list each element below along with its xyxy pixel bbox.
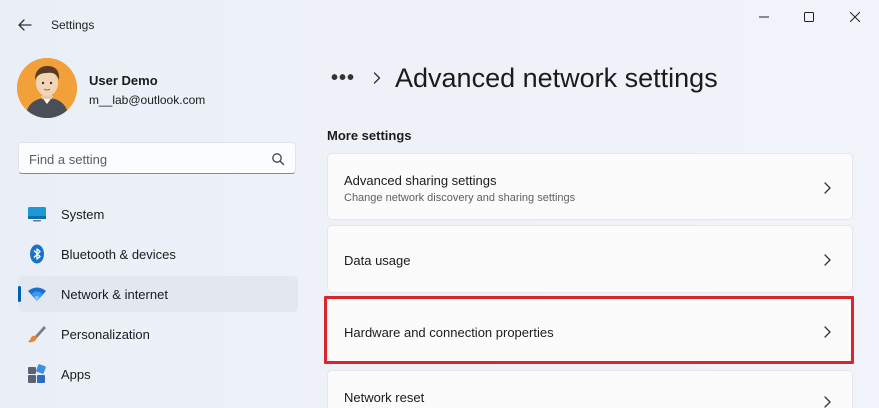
sidebar-item-apps[interactable]: Apps	[18, 356, 298, 392]
sidebar-item-label: Personalization	[61, 327, 150, 342]
page-title: Advanced network settings	[395, 62, 718, 93]
maximize-button[interactable]	[786, 0, 832, 34]
hardware-connection-properties-card[interactable]: Hardware and connection properties	[327, 298, 853, 362]
chevron-right-icon	[824, 182, 831, 194]
title-bar: Settings	[0, 0, 879, 50]
bluetooth-icon	[27, 244, 47, 264]
brush-icon	[27, 324, 47, 344]
avatar-icon	[17, 58, 77, 118]
card-title: Advanced sharing settings	[344, 173, 497, 188]
chevron-right-icon	[824, 326, 831, 338]
wifi-icon	[27, 284, 47, 304]
card-subtitle: Change network discovery and sharing set…	[344, 192, 576, 204]
sidebar-item-bluetooth[interactable]: Bluetooth & devices	[18, 236, 298, 272]
user-email: m__lab@outlook.com	[89, 93, 206, 107]
sidebar-item-label: Network & internet	[61, 287, 168, 302]
close-icon	[850, 12, 860, 22]
card-title: Data usage	[344, 253, 411, 268]
data-usage-card[interactable]: Data usage	[327, 225, 853, 293]
sidebar-item-label: System	[61, 207, 105, 222]
back-arrow-icon	[18, 19, 32, 31]
chevron-right-icon	[824, 396, 831, 408]
section-heading: More settings	[327, 128, 412, 143]
sidebar-item-personalization[interactable]: Personalization	[18, 316, 298, 352]
search-icon	[272, 153, 285, 166]
search-input[interactable]: Find a setting	[18, 142, 296, 174]
back-button[interactable]	[12, 12, 38, 38]
network-reset-card[interactable]: Network reset	[327, 370, 853, 408]
chevron-right-icon	[824, 254, 831, 266]
user-name: User Demo	[89, 73, 158, 88]
breadcrumb: ••• Advanced network settings	[331, 58, 718, 98]
sidebar-item-network[interactable]: Network & internet	[18, 276, 298, 312]
settings-window: Settings User Demo m__lab@outlook.com Fi…	[0, 0, 879, 408]
avatar	[17, 58, 77, 118]
minimize-icon	[759, 16, 769, 18]
maximize-icon	[804, 12, 814, 22]
apps-icon	[27, 364, 47, 384]
monitor-icon	[27, 204, 47, 224]
close-button[interactable]	[832, 0, 878, 34]
card-title: Network reset	[344, 390, 425, 405]
sidebar-nav: System Bluetooth & devices Network & int…	[18, 196, 298, 396]
chevron-right-icon	[373, 72, 381, 84]
sidebar-item-label: Apps	[61, 367, 91, 382]
minimize-button[interactable]	[741, 0, 787, 34]
breadcrumb-more-button[interactable]: •••	[331, 67, 355, 90]
advanced-sharing-settings-card[interactable]: Advanced sharing settings Change network…	[327, 153, 853, 220]
app-title: Settings	[51, 18, 95, 32]
sidebar-item-label: Bluetooth & devices	[61, 247, 176, 262]
sidebar-item-system[interactable]: System	[18, 196, 298, 232]
search-placeholder: Find a setting	[29, 152, 108, 167]
card-title: Hardware and connection properties	[344, 325, 554, 340]
